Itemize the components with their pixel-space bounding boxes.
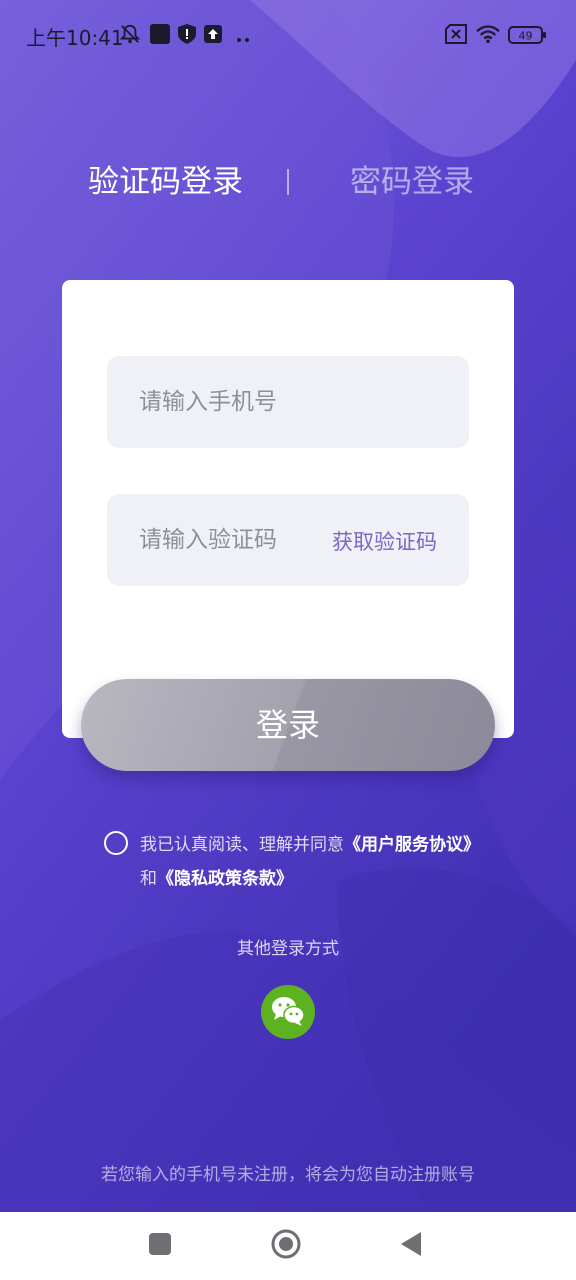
- agreement-text-line2: 和《隐私政策条款》: [140, 864, 293, 889]
- agreement-text: 我已认真阅读、理解并同意《用户服务协议》: [140, 830, 480, 855]
- code-input[interactable]: [139, 494, 319, 586]
- agreement-conjunction: 和: [140, 869, 157, 889]
- home-icon[interactable]: [270, 1228, 302, 1260]
- phone-input[interactable]: [139, 356, 439, 448]
- battery-icon: 49: [508, 26, 546, 44]
- phone-field[interactable]: [107, 356, 469, 448]
- tab-password-login[interactable]: 密码登录: [350, 160, 474, 204]
- upload-icon: [204, 25, 222, 43]
- mute-bell-icon: [119, 24, 141, 44]
- auto-register-tip: 若您输入的手机号未注册，将会为您自动注册账号: [101, 1165, 475, 1185]
- login-button[interactable]: 登录: [81, 679, 495, 771]
- app-square-icon: [150, 24, 170, 44]
- recent-apps-icon[interactable]: [149, 1233, 171, 1255]
- navigation-bar: [0, 1212, 576, 1280]
- get-code-button[interactable]: 获取验证码: [332, 526, 437, 556]
- wifi-icon: [476, 25, 500, 44]
- code-field[interactable]: 获取验证码: [107, 494, 469, 586]
- user-agreement-link[interactable]: 《用户服务协议》: [344, 835, 480, 855]
- tab-code-login[interactable]: 验证码登录: [88, 160, 243, 204]
- wechat-icon: [272, 997, 305, 1026]
- tab-divider: [287, 169, 289, 195]
- back-icon[interactable]: [399, 1231, 423, 1257]
- agreement-checkbox[interactable]: [104, 831, 128, 855]
- shield-icon: [178, 24, 196, 44]
- more-dots-icon: [237, 38, 249, 42]
- wechat-login-button[interactable]: [261, 985, 315, 1039]
- battery-level: 49: [519, 30, 533, 43]
- status-time: 上午10:41: [26, 26, 124, 50]
- agreement-prefix: 我已认真阅读、理解并同意: [140, 835, 344, 855]
- status-bar: 上午10:41 49: [0, 0, 576, 70]
- privacy-policy-link[interactable]: 《隐私政策条款》: [157, 869, 293, 889]
- other-login-label: 其他登录方式: [237, 939, 339, 959]
- sim-off-icon: [445, 24, 467, 44]
- login-tabs: 验证码登录 密码登录: [0, 160, 576, 210]
